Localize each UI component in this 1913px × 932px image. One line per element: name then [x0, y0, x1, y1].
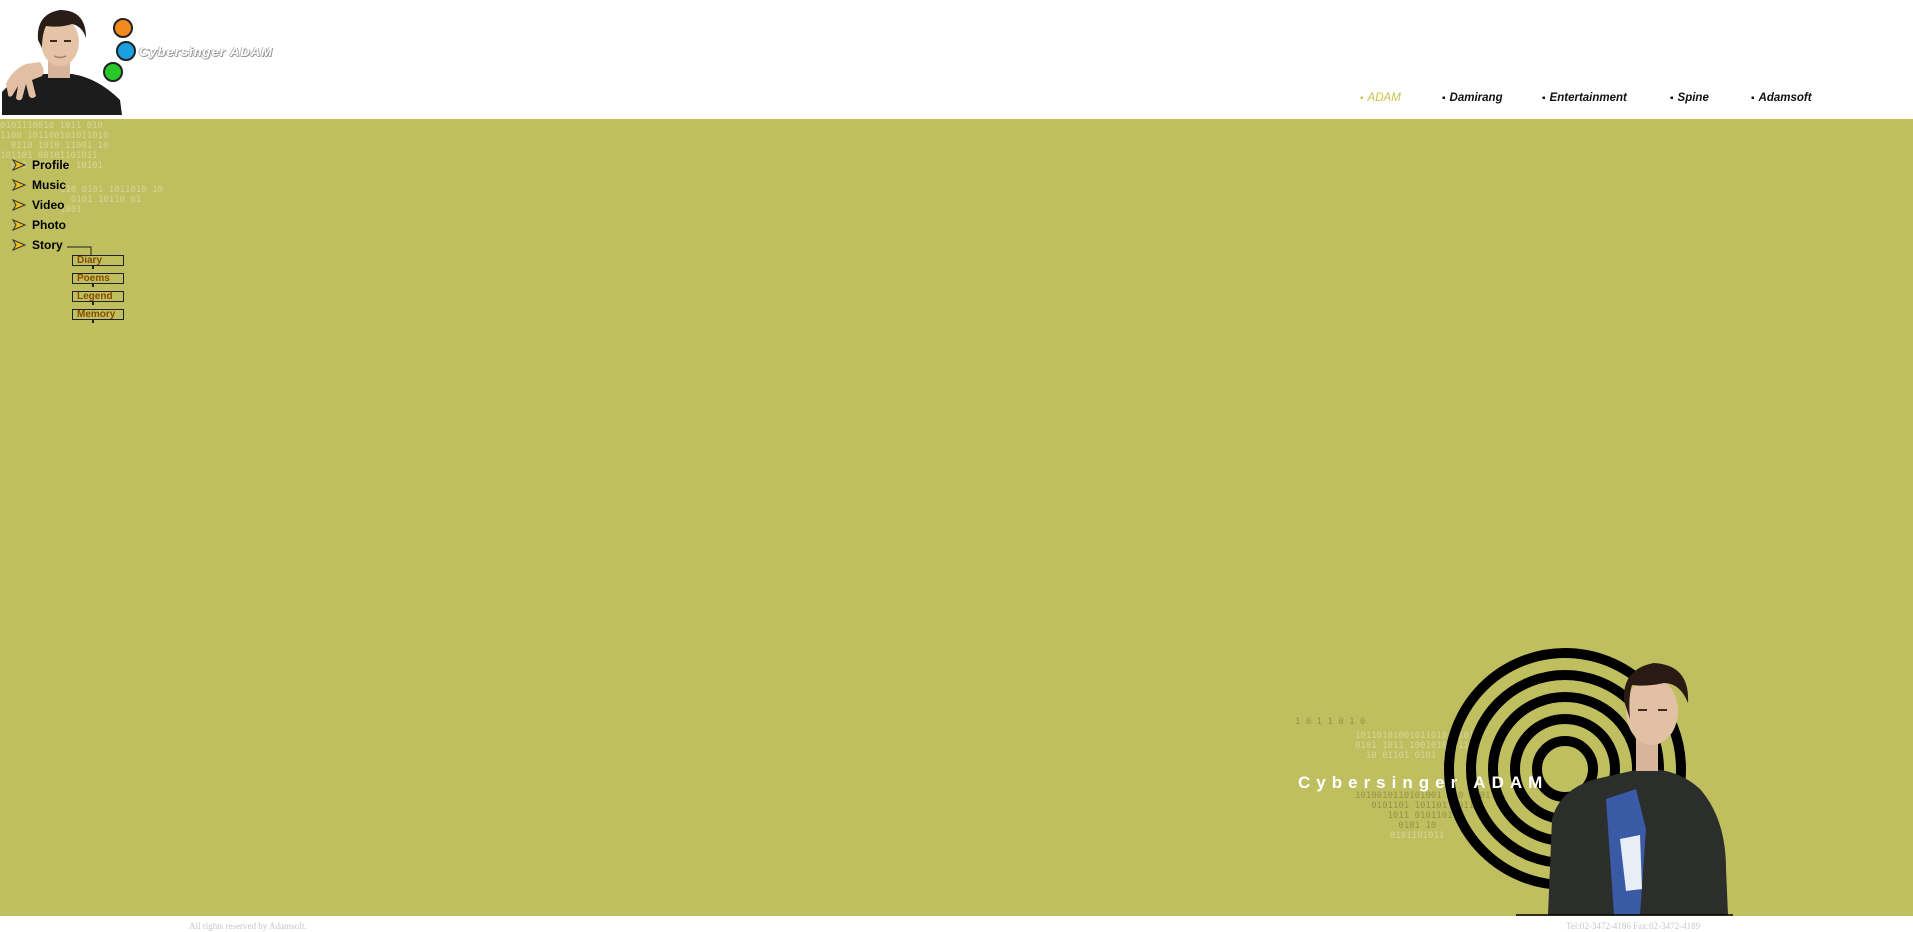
topnav-label: Damirang — [1449, 92, 1503, 104]
bullet-icon: ▪ — [1670, 93, 1674, 104]
topnav-label: Spine — [1677, 92, 1709, 104]
submenu-label: Poems — [77, 273, 110, 284]
main-content: 0101110010 1011 010 1100 101100101011010… — [0, 119, 1913, 916]
orange-dot-icon — [113, 18, 133, 38]
topnav-label: Adamsoft — [1758, 92, 1812, 104]
bullet-icon: ▪ — [1542, 93, 1546, 104]
topnav-item-adamsoft[interactable]: ▪ Adamsoft — [1751, 92, 1812, 104]
contact-text: Tel:02-3472-4186 Fax:02-3472-4189 — [1566, 921, 1701, 931]
submenu-label: Diary — [77, 255, 103, 266]
sidebar-item-profile[interactable]: Profile — [12, 155, 69, 175]
hero-title: Cybersinger ADAM — [1298, 773, 1549, 792]
story-submenu: Diary Poems Legend Memory — [72, 255, 124, 327]
blue-dot-icon — [116, 41, 136, 61]
arrow-icon — [12, 159, 26, 171]
topnav-item-damirang[interactable]: ▪ Damirang — [1442, 92, 1503, 104]
topnav-item-entertainment[interactable]: ▪ Entertainment — [1542, 92, 1627, 104]
submenu-label: Legend — [77, 291, 113, 302]
sidebar-item-video[interactable]: Video — [12, 195, 69, 215]
submenu-item-diary[interactable]: Diary — [72, 255, 124, 269]
submenu-label: Memory — [77, 309, 116, 320]
sidebar-item-label: Video — [32, 198, 65, 212]
arrow-icon — [12, 219, 26, 231]
sidebar-item-story[interactable]: Story — [12, 235, 69, 255]
bullet-icon: ▪ — [1442, 93, 1446, 104]
bullet-icon: ▪ — [1751, 93, 1755, 104]
decorative-digits: 110 0101 1011010 10 0101 10110 01 1001 — [60, 185, 163, 215]
topnav-label: ADAM — [1367, 92, 1401, 104]
sidebar-item-label: Profile — [32, 158, 70, 172]
submenu-item-memory[interactable]: Memory — [72, 309, 124, 323]
bullet-icon: ▪ — [1360, 93, 1364, 104]
arrow-icon — [12, 239, 26, 251]
site-logo-text[interactable]: Cybersinger ADAM — [139, 44, 273, 59]
header: Cybersinger ADAM ▪ ADAM ▪ Damirang ▪ Entert… — [0, 0, 1913, 119]
footer: All rights reserved by Adamsoft. Tel:02-… — [0, 916, 1913, 932]
sidebar-item-music[interactable]: Music — [12, 175, 69, 195]
sidebar-item-label: Music — [32, 178, 67, 192]
green-dot-icon — [103, 62, 123, 82]
sidebar-item-label: Photo — [32, 218, 66, 232]
topnav-label: Entertainment — [1549, 92, 1627, 104]
sidebar-item-label: Story — [32, 238, 63, 252]
submenu-item-legend[interactable]: Legend — [72, 291, 124, 305]
decorative-digits: 1 0 1 1 0 1 0 — [1295, 717, 1366, 727]
topnav-item-spine[interactable]: ▪ Spine — [1670, 92, 1709, 104]
copyright-text: All rights reserved by Adamsoft. — [189, 921, 307, 931]
topnav-item-adam[interactable]: ▪ ADAM — [1360, 92, 1401, 104]
sidebar-item-photo[interactable]: Photo — [12, 215, 69, 235]
submenu-item-poems[interactable]: Poems — [72, 273, 124, 287]
arrow-icon — [12, 199, 26, 211]
arrow-icon — [12, 179, 26, 191]
logo-portrait[interactable] — [2, 4, 124, 115]
side-navigation: Profile Music Video Photo Story — [12, 155, 69, 255]
